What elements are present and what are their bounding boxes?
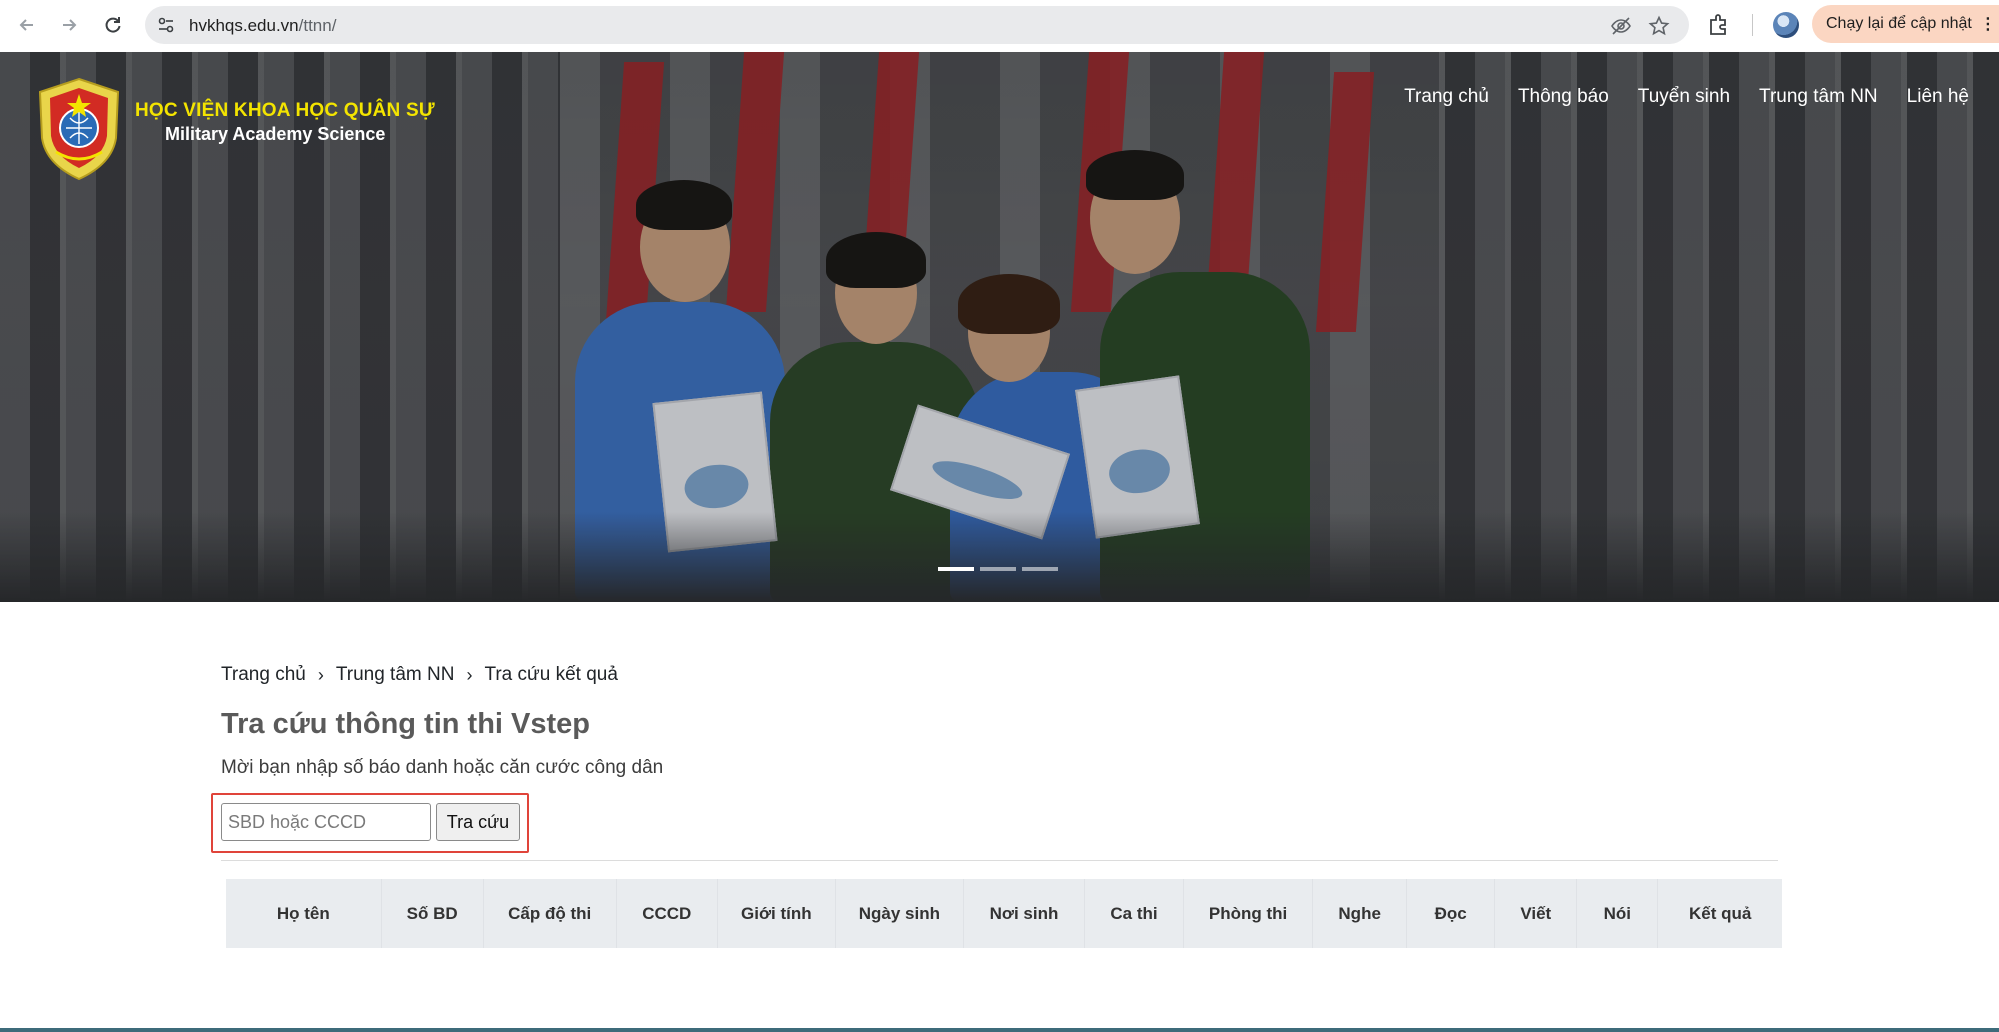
breadcrumb-separator: › bbox=[466, 664, 473, 685]
url-host: hvkhqs.edu.vn bbox=[189, 16, 299, 35]
nav-item-announcements[interactable]: Thông báo bbox=[1518, 86, 1609, 108]
column-header-result: Kết quả bbox=[1688, 903, 1752, 923]
site-info-icon[interactable] bbox=[157, 16, 175, 34]
column-header-speaking: Nói bbox=[1576, 879, 1659, 948]
column-header-full-name: Họ tên bbox=[226, 879, 382, 948]
more-menu-icon[interactable]: ⋮ bbox=[1980, 14, 1996, 34]
candidate-search-input[interactable] bbox=[221, 803, 431, 841]
nav-item-language-center[interactable]: Trung tâm NN bbox=[1759, 86, 1878, 108]
profile-avatar[interactable] bbox=[1773, 12, 1799, 38]
carousel-dot[interactable] bbox=[980, 567, 1016, 571]
carousel-dot[interactable] bbox=[938, 567, 974, 571]
breadcrumb: Trang chủ › Trung tâm NN › Tra cứu kết q… bbox=[221, 664, 618, 686]
carousel-dot[interactable] bbox=[1022, 567, 1058, 571]
brand-name-en: Military Academy Science bbox=[165, 124, 386, 144]
breadcrumb-home[interactable]: Trang chủ bbox=[221, 664, 306, 686]
star-icon[interactable] bbox=[1648, 15, 1670, 37]
breadcrumb-language-center[interactable]: Trung tâm NN bbox=[336, 664, 455, 686]
url-path: /ttnn/ bbox=[298, 16, 337, 35]
address-bar[interactable]: hvkhqs.edu.vn/ttnn/ bbox=[145, 6, 1689, 44]
update-button[interactable]: Chạy lại để cập nhật ⋮ bbox=[1812, 5, 1999, 43]
eye-off-icon[interactable] bbox=[1610, 15, 1632, 37]
brand-name-vn: HỌC VIỆN KHOA HỌC QUÂN SỰ bbox=[135, 100, 435, 121]
column-header-reading: Đọc bbox=[1406, 879, 1496, 948]
column-header-room: Phòng thi bbox=[1183, 879, 1314, 948]
nav-item-admissions[interactable]: Tuyển sinh bbox=[1638, 86, 1730, 108]
browser-toolbar: hvkhqs.edu.vn/ttnn/ Chạy lại để cập nhật… bbox=[0, 0, 1999, 52]
extensions-icon[interactable] bbox=[1706, 12, 1732, 38]
hero-banner: HỌC VIỆN KHOA HỌC QUÂN SỰ Military Acade… bbox=[0, 52, 1999, 602]
academy-logo[interactable] bbox=[36, 76, 122, 182]
column-header-birth-date: Ngày sinh bbox=[835, 879, 964, 948]
nav-item-home[interactable]: Trang chủ bbox=[1404, 86, 1489, 108]
page-title: Tra cứu thông tin thi Vstep bbox=[221, 708, 590, 740]
url-text: hvkhqs.edu.vn/ttnn/ bbox=[189, 16, 336, 36]
column-header-birth-place: Nơi sinh bbox=[963, 879, 1086, 948]
search-button[interactable]: Tra cứu bbox=[436, 803, 520, 841]
main-nav: Trang chủ Thông báo Tuyển sinh Trung tâm… bbox=[1404, 86, 1969, 108]
column-header-gender: Giới tính bbox=[717, 879, 836, 948]
toolbar-divider bbox=[1752, 14, 1753, 36]
search-instruction: Mời bạn nhập số báo danh hoặc căn cước c… bbox=[221, 757, 664, 778]
content-divider bbox=[221, 860, 1778, 861]
reload-icon[interactable] bbox=[98, 10, 128, 40]
update-label: Chạy lại để cập nhật bbox=[1826, 15, 1972, 32]
back-icon[interactable] bbox=[12, 10, 42, 40]
column-header-citizen-id: CCCD bbox=[616, 879, 718, 948]
nav-item-contact[interactable]: Liên hệ bbox=[1907, 86, 1969, 108]
carousel-indicators bbox=[938, 567, 1058, 571]
results-table: Họ tên Số BD Cấp độ thi CCCD Giới tính N… bbox=[226, 879, 1782, 948]
table-header-row: Họ tên Số BD Cấp độ thi CCCD Giới tính N… bbox=[226, 879, 1782, 948]
breadcrumb-separator: › bbox=[317, 664, 324, 685]
footer-edge bbox=[0, 1028, 1999, 1032]
column-header-session: Ca thi bbox=[1084, 879, 1185, 948]
forward-icon[interactable] bbox=[54, 10, 84, 40]
column-header-level: Cấp độ thi bbox=[483, 879, 617, 948]
column-header-candidate-number: Số BD bbox=[381, 879, 484, 948]
column-header-writing: Viết bbox=[1494, 879, 1578, 948]
column-header-listening: Nghe bbox=[1312, 879, 1408, 948]
breadcrumb-current[interactable]: Tra cứu kết quả bbox=[484, 664, 617, 686]
